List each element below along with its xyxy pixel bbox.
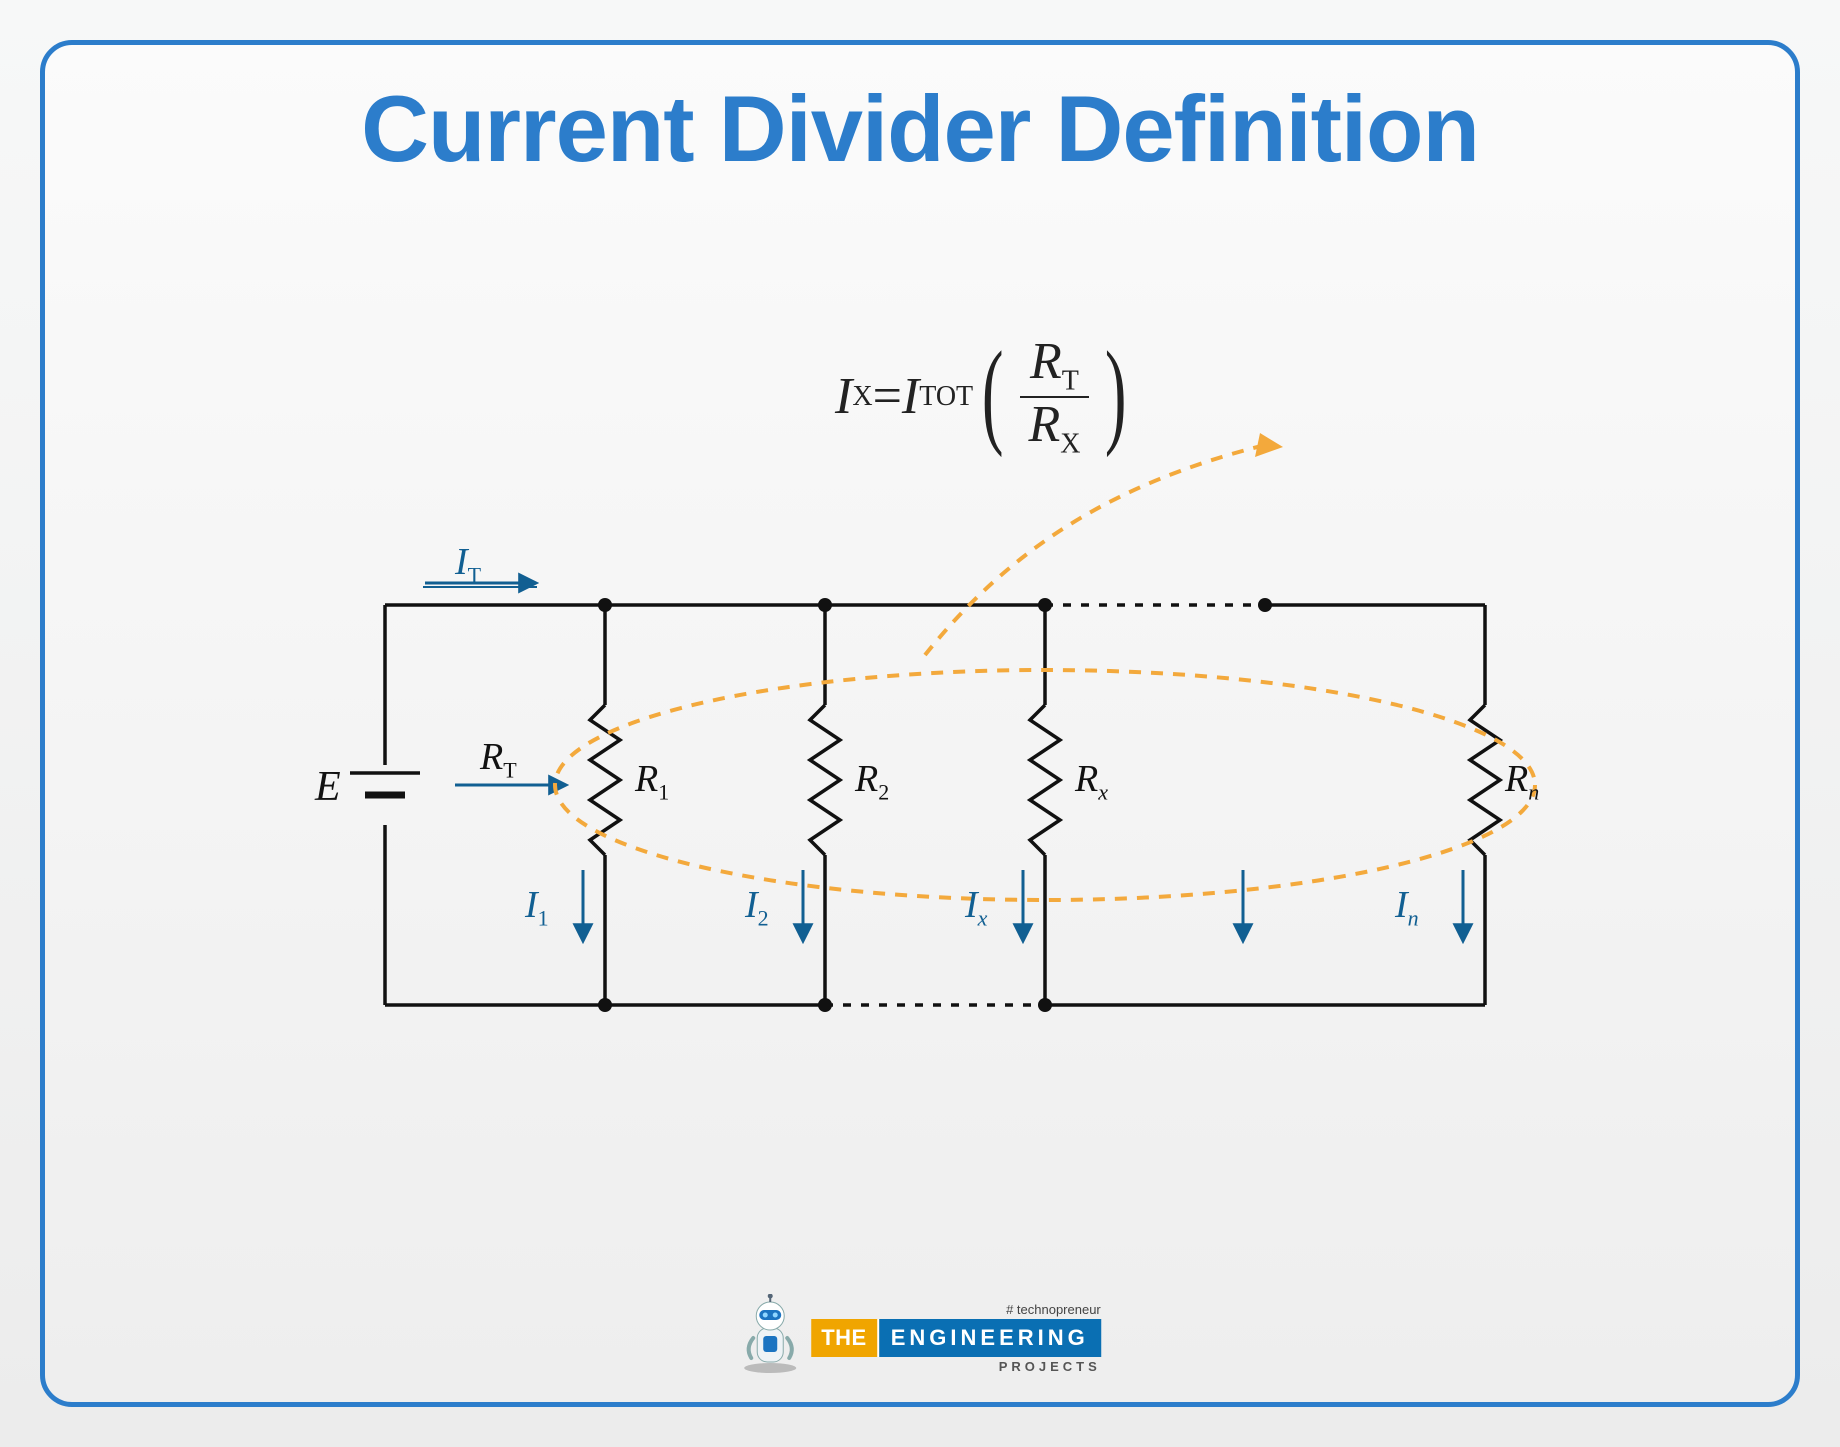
content-frame: Current Divider Definition IX = ITOT ( R… <box>40 40 1800 1407</box>
source-label: E <box>315 763 341 811</box>
page-title: Current Divider Definition <box>45 75 1795 183</box>
it-label: IT <box>455 540 481 589</box>
brand-logo: # technopreneur THE ENGINEERING PROJECTS <box>739 1294 1101 1374</box>
robot-icon <box>739 1294 801 1374</box>
logo-projects: PROJECTS <box>811 1359 1101 1374</box>
r2-label: R2 <box>855 757 889 806</box>
rx-label: Rx <box>1075 757 1108 806</box>
logo-engineering: ENGINEERING <box>879 1319 1101 1357</box>
i1-label: I1 <box>525 883 549 932</box>
ix-label: Ix <box>965 883 987 932</box>
logo-the: THE <box>811 1319 879 1357</box>
rn-label: Rn <box>1505 757 1539 806</box>
i2-label: I2 <box>745 883 769 932</box>
rt-label: RT <box>480 735 517 784</box>
r1-label: R1 <box>635 757 669 806</box>
circuit-diagram: IX = ITOT ( RT RX ) <box>305 325 1545 1105</box>
in-label: In <box>1395 883 1419 932</box>
circuit-svg <box>305 325 1545 1105</box>
logo-tagline: # technopreneur <box>811 1302 1101 1317</box>
